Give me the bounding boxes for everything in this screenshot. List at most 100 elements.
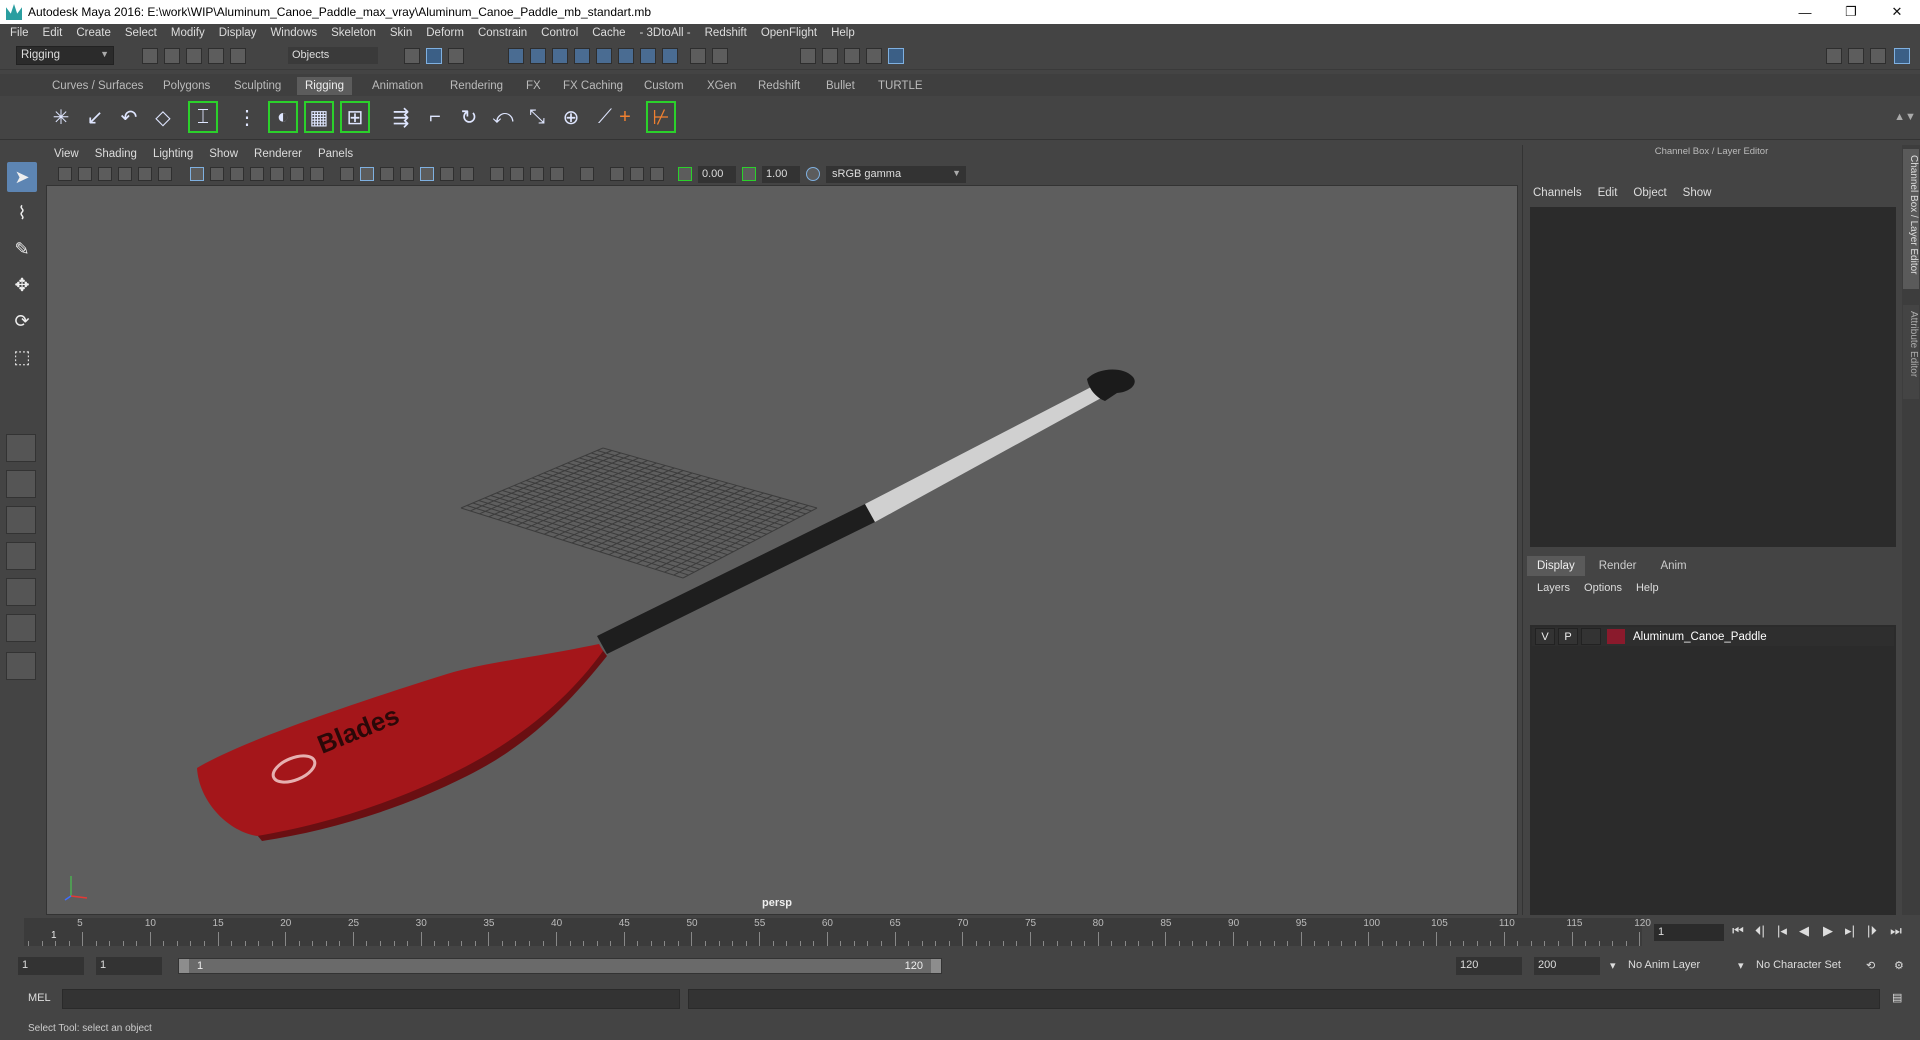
- select-tool-icon[interactable]: ➤: [7, 162, 37, 192]
- screen-space-ao-icon[interactable]: [490, 167, 504, 181]
- cb-menu-channels[interactable]: Channels: [1533, 187, 1582, 199]
- menu-help[interactable]: Help: [831, 27, 855, 39]
- gamma-icon[interactable]: [742, 167, 756, 181]
- persp-hypershade-layout-icon[interactable]: [6, 578, 36, 606]
- orient-constraint-icon[interactable]: ⤺: [488, 101, 518, 133]
- menu-3dtoall[interactable]: - 3DtoAll -: [640, 27, 691, 39]
- go-to-start-button[interactable]: ⏮: [1730, 923, 1746, 941]
- step-back-key-button[interactable]: ⏴|: [1752, 923, 1768, 941]
- menu-redshift[interactable]: Redshift: [705, 27, 747, 39]
- anim-layer-dropdown[interactable]: No Anim Layer: [1624, 957, 1742, 975]
- backface-icon[interactable]: [650, 167, 664, 181]
- shelf-tab-bullet[interactable]: Bullet: [818, 77, 863, 95]
- attribute-editor-toggle-icon[interactable]: [1848, 48, 1864, 64]
- hypershade-icon[interactable]: [888, 48, 904, 64]
- save-scene-icon[interactable]: [186, 48, 202, 64]
- minimize-button[interactable]: —: [1782, 0, 1828, 24]
- snap-surface-icon[interactable]: [640, 48, 656, 64]
- wireframe-icon[interactable]: [340, 167, 354, 181]
- snap-curve-icon[interactable]: [530, 48, 546, 64]
- character-set-dropdown[interactable]: No Character Set: [1752, 957, 1856, 975]
- safe-action-icon[interactable]: [290, 167, 304, 181]
- four-view-layout-icon[interactable]: [6, 470, 36, 498]
- anti-aliasing-icon[interactable]: [530, 167, 544, 181]
- snap-view-plane-icon[interactable]: [574, 48, 590, 64]
- gamma-field[interactable]: 1.00: [762, 166, 800, 183]
- range-end-handle[interactable]: [931, 959, 941, 973]
- menu-skin[interactable]: Skin: [390, 27, 412, 39]
- ik-spline-icon[interactable]: ↶: [114, 101, 144, 133]
- rotate-tool-icon[interactable]: ⟳: [7, 306, 37, 336]
- select-hierarchy-icon[interactable]: [404, 48, 420, 64]
- xray-icon[interactable]: [400, 167, 414, 181]
- shelf-tab-sculpting[interactable]: Sculpting: [226, 77, 289, 95]
- custom-layout-icon[interactable]: [6, 652, 36, 680]
- layer-playback-toggle[interactable]: P: [1558, 628, 1578, 645]
- 2d-pan-zoom-icon[interactable]: [138, 167, 152, 181]
- playback-end-field[interactable]: 120: [1456, 957, 1522, 975]
- layer-tab-render[interactable]: Render: [1589, 556, 1647, 576]
- menu-skeleton[interactable]: Skeleton: [331, 27, 376, 39]
- isolate-select-icon[interactable]: [580, 167, 594, 181]
- redo-icon[interactable]: [230, 48, 246, 64]
- view-transform-dropdown[interactable]: sRGB gamma ▼: [826, 166, 966, 183]
- hik-icon[interactable]: ⊬: [646, 101, 676, 133]
- vp-menu-lighting[interactable]: Lighting: [153, 148, 193, 160]
- new-scene-icon[interactable]: [142, 48, 158, 64]
- safe-title-icon[interactable]: [310, 167, 324, 181]
- shelf-tab-animation[interactable]: Animation: [364, 77, 431, 95]
- paint-select-tool-icon[interactable]: ✎: [7, 234, 37, 264]
- camera-select-icon[interactable]: [58, 167, 72, 181]
- film-gate-icon[interactable]: [210, 167, 224, 181]
- cluster-icon[interactable]: ⊞: [340, 101, 370, 133]
- shelf-tab-fx[interactable]: FX: [518, 77, 549, 95]
- step-back-frame-button[interactable]: |◂: [1774, 923, 1790, 941]
- select-object-icon[interactable]: [426, 48, 442, 64]
- auto-key-icon[interactable]: ⟲: [1862, 957, 1880, 975]
- menu-select[interactable]: Select: [125, 27, 157, 39]
- layer-display-type-toggle[interactable]: [1581, 628, 1601, 645]
- layer-name[interactable]: Aluminum_Canoe_Paddle: [1633, 631, 1767, 643]
- render-frame-icon[interactable]: [822, 48, 838, 64]
- current-frame-field[interactable]: 1: [1654, 924, 1724, 941]
- layer-color-swatch[interactable]: [1607, 629, 1625, 644]
- shelf-tab-curves-surfaces[interactable]: Curves / Surfaces: [44, 77, 151, 95]
- lasso-tool-icon[interactable]: ⌇: [7, 198, 37, 228]
- orient-joint-icon[interactable]: ⇶: [386, 101, 416, 133]
- menu-openflight[interactable]: OpenFlight: [761, 27, 817, 39]
- paint-weights-icon[interactable]: ◐: [268, 101, 298, 133]
- tool-settings-toggle-icon[interactable]: [1870, 48, 1886, 64]
- menu-control[interactable]: Control: [541, 27, 578, 39]
- vp-menu-panels[interactable]: Panels: [318, 148, 353, 160]
- vp-menu-renderer[interactable]: Renderer: [254, 148, 302, 160]
- animation-start-field[interactable]: 1: [18, 957, 84, 975]
- vp-menu-show[interactable]: Show: [209, 148, 238, 160]
- snap-live-icon[interactable]: [596, 48, 612, 64]
- undo-icon[interactable]: [208, 48, 224, 64]
- shelf-scroll-icon[interactable]: ▲▼: [1890, 101, 1920, 133]
- locator-icon[interactable]: +: [610, 101, 640, 133]
- parent-constraint-icon[interactable]: ⌐: [420, 101, 450, 133]
- snap-grid-icon[interactable]: [508, 48, 524, 64]
- menu-display[interactable]: Display: [219, 27, 257, 39]
- joint-tool-icon[interactable]: ✳: [46, 101, 76, 133]
- image-plane-icon[interactable]: [118, 167, 132, 181]
- textured-icon[interactable]: [420, 167, 434, 181]
- cb-menu-show[interactable]: Show: [1683, 187, 1712, 199]
- layer-visibility-toggle[interactable]: V: [1535, 628, 1555, 645]
- script-language-label[interactable]: MEL: [28, 992, 51, 1004]
- vp-menu-shading[interactable]: Shading: [95, 148, 137, 160]
- menu-cache[interactable]: Cache: [592, 27, 625, 39]
- play-backwards-button[interactable]: ◀: [1796, 923, 1812, 941]
- selection-mask-dropdown[interactable]: Objects: [288, 47, 378, 64]
- shelf-tab-fx-caching[interactable]: FX Caching: [555, 77, 631, 95]
- smooth-shade-icon[interactable]: [360, 167, 374, 181]
- playback-start-field[interactable]: 1: [96, 957, 162, 975]
- menu-set-dropdown[interactable]: Rigging ▼: [16, 46, 114, 65]
- shelf-tab-custom[interactable]: Custom: [636, 77, 692, 95]
- camera-attributes-icon[interactable]: [78, 167, 92, 181]
- workspace-layout-icon[interactable]: [1826, 48, 1842, 64]
- use-all-lights-icon[interactable]: [440, 167, 454, 181]
- menu-windows[interactable]: Windows: [270, 27, 317, 39]
- menu-file[interactable]: File: [10, 27, 29, 39]
